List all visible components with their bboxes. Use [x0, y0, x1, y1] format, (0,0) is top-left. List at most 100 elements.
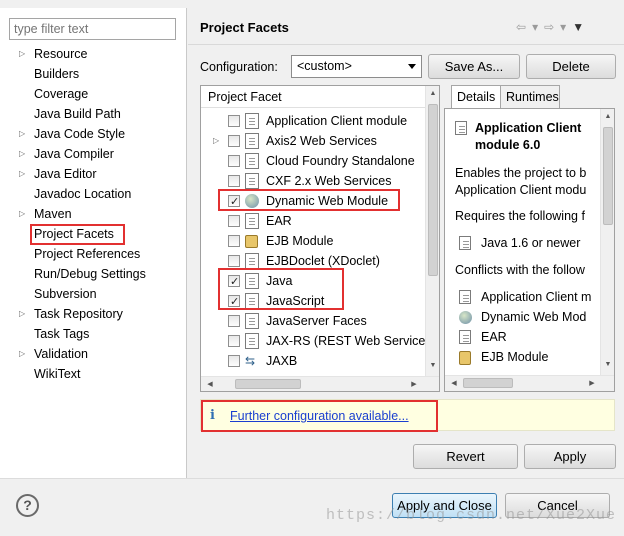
scroll-left-icon[interactable]: ◀	[447, 379, 461, 387]
forward-arrow-icon[interactable]: ⇨	[544, 20, 554, 34]
nav-item[interactable]: WikiText	[0, 364, 186, 384]
nav-item-label: Subversion	[34, 287, 97, 301]
facet-label: Axis2 Web Services	[266, 134, 377, 148]
nav-item-label: Task Tags	[34, 327, 90, 341]
nav-item[interactable]: Project References	[0, 244, 186, 264]
facet-checkbox[interactable]	[228, 155, 240, 167]
chevron-down-icon[interactable]: ▾	[560, 20, 566, 34]
nav-item[interactable]: Run/Debug Settings	[0, 264, 186, 284]
scroll-down-icon[interactable]: ▼	[426, 362, 440, 369]
scroll-thumb[interactable]	[428, 104, 438, 276]
nav-item-label: Resource	[34, 47, 88, 61]
facet-row[interactable]: ⇆ JAXB	[201, 351, 425, 371]
expand-arrow-icon[interactable]: ▷	[19, 204, 25, 224]
expand-arrow-icon[interactable]: ▷	[19, 44, 25, 64]
nav-item[interactable]: ▷ Java Compiler	[0, 144, 186, 164]
nav-item-label: Task Repository	[34, 307, 123, 321]
view-menu-icon[interactable]: ▼	[572, 20, 584, 34]
nav-item[interactable]: Coverage	[0, 84, 186, 104]
facet-row[interactable]: Application Client module	[201, 111, 425, 131]
facet-row[interactable]: JAX-RS (REST Web Services)	[201, 331, 425, 351]
scroll-down-icon[interactable]: ▼	[601, 361, 614, 368]
facet-row[interactable]: EAR	[201, 211, 425, 231]
facet-table: Project Facet Application Client module ▷…	[200, 85, 440, 392]
scroll-up-icon[interactable]: ▲	[601, 113, 614, 120]
facet-rows: Application Client module ▷ Axis2 Web Serv…	[201, 111, 425, 371]
nav-item[interactable]: Javadoc Location	[0, 184, 186, 204]
facet-checkbox[interactable]	[228, 215, 240, 227]
document-icon	[245, 133, 259, 149]
scroll-thumb[interactable]	[603, 127, 613, 225]
facet-row[interactable]: Cloud Foundry Standalone	[201, 151, 425, 171]
revert-button[interactable]: Revert	[413, 444, 518, 469]
expand-arrow-icon[interactable]: ▷	[19, 144, 25, 164]
facet-label: JAXB	[266, 354, 298, 368]
details-vertical-scrollbar[interactable]: ▲ ▼	[600, 109, 614, 375]
scroll-right-icon[interactable]: ▶	[407, 380, 421, 388]
facet-label: CXF 2.x Web Services	[266, 174, 392, 188]
facet-checkbox[interactable]	[228, 235, 240, 247]
nav-item[interactable]: ▷ Java Editor	[0, 164, 186, 184]
highlight-further-configuration	[201, 400, 438, 432]
conflict-item: EJB Module	[481, 350, 549, 364]
facet-row[interactable]: JavaServer Faces	[201, 311, 425, 331]
scroll-left-icon[interactable]: ◀	[203, 380, 217, 388]
nav-item[interactable]: ▷ Java Code Style	[0, 124, 186, 144]
page-toolbar: ⇦ ▾ ⇨ ▾ ▼	[516, 20, 584, 34]
nav-item[interactable]: Subversion	[0, 284, 186, 304]
delete-button[interactable]: Delete	[526, 54, 616, 79]
nav-item[interactable]: ▷ Task Repository	[0, 304, 186, 324]
tab-details[interactable]: Details	[451, 85, 502, 110]
facet-vertical-scrollbar[interactable]: ▲ ▼	[425, 86, 439, 376]
nav-item[interactable]: Builders	[0, 64, 186, 84]
help-icon[interactable]: ?	[16, 494, 39, 517]
facet-column-header[interactable]: Project Facet	[201, 86, 425, 108]
save-as-button[interactable]: Save As...	[428, 54, 520, 79]
facet-checkbox[interactable]	[228, 315, 240, 327]
facet-checkbox[interactable]	[228, 255, 240, 267]
conflict-item: Dynamic Web Mod	[481, 310, 587, 324]
scroll-thumb[interactable]	[463, 378, 513, 388]
chevron-down-icon	[408, 64, 416, 69]
nav-item-label: WikiText	[34, 367, 81, 381]
configuration-value: <custom>	[297, 59, 352, 73]
facet-description-line1: Enables the project to b	[455, 166, 587, 180]
details-horizontal-scrollbar[interactable]: ◀ ▶	[445, 375, 614, 391]
facet-checkbox[interactable]	[228, 335, 240, 347]
nav-item[interactable]: ▷ Validation	[0, 344, 186, 364]
java-icon	[459, 236, 471, 250]
nav-item[interactable]: ▷ Maven	[0, 204, 186, 224]
nav-item-label: Java Code Style	[34, 127, 126, 141]
nav-item-label: Validation	[34, 347, 88, 361]
details-panel: Details Runtimes Application Client modu…	[444, 85, 615, 392]
scroll-thumb[interactable]	[235, 379, 301, 389]
nav-item[interactable]: Java Build Path	[0, 104, 186, 124]
expand-arrow-icon[interactable]: ▷	[19, 164, 25, 184]
facet-checkbox[interactable]	[228, 175, 240, 187]
scroll-up-icon[interactable]: ▲	[426, 90, 440, 97]
facet-row[interactable]: ▷ Axis2 Web Services	[201, 131, 425, 151]
facet-row[interactable]: CXF 2.x Web Services	[201, 171, 425, 191]
expand-arrow-icon[interactable]: ▷	[19, 304, 25, 324]
scroll-right-icon[interactable]: ▶	[585, 379, 599, 387]
facet-checkbox[interactable]	[228, 115, 240, 127]
document-icon	[245, 153, 259, 169]
chevron-down-icon[interactable]: ▾	[532, 20, 538, 34]
facet-checkbox[interactable]	[228, 355, 240, 367]
nav-item[interactable]: ▷ Resource	[0, 44, 186, 64]
facet-checkbox[interactable]	[228, 135, 240, 147]
document-icon	[245, 253, 259, 269]
back-arrow-icon[interactable]: ⇦	[516, 20, 526, 34]
configuration-label: Configuration:	[200, 60, 278, 74]
expand-arrow-icon[interactable]: ▷	[19, 124, 25, 144]
tab-runtimes[interactable]: Runtimes	[500, 85, 560, 109]
expand-arrow-icon[interactable]: ▷	[213, 131, 219, 151]
filter-input[interactable]	[9, 18, 176, 40]
facet-horizontal-scrollbar[interactable]: ◀ ▶	[201, 376, 439, 391]
nav-item[interactable]: Task Tags	[0, 324, 186, 344]
facet-row[interactable]: EJB Module	[201, 231, 425, 251]
expand-arrow-icon[interactable]: ▷	[19, 344, 25, 364]
apply-button[interactable]: Apply	[524, 444, 616, 469]
configuration-select[interactable]: <custom>	[291, 55, 422, 78]
facet-label: JavaServer Faces	[266, 314, 367, 328]
